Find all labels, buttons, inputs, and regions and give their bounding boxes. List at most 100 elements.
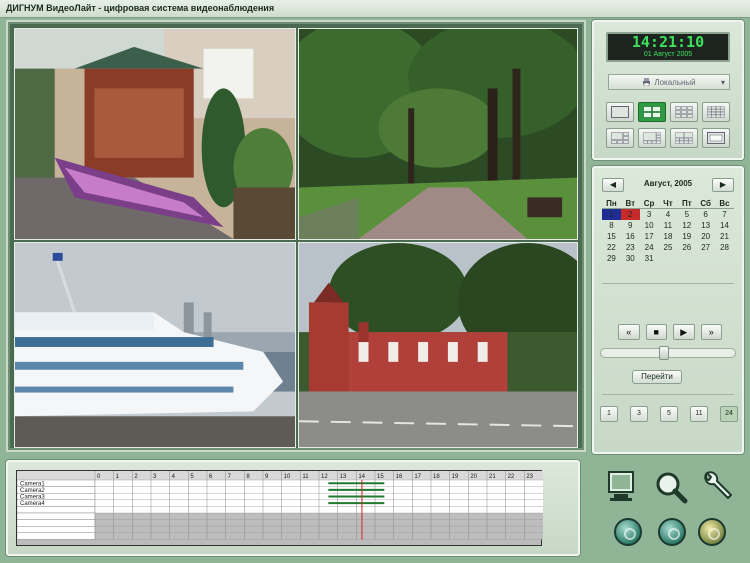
calendar-day[interactable]: 21	[715, 231, 734, 242]
fast-forward-icon: »	[708, 327, 714, 337]
slider-thumb[interactable]	[659, 346, 669, 360]
speed-button[interactable]: 3	[630, 406, 648, 422]
calendar-day[interactable]: 7	[715, 209, 734, 220]
camera-1-image	[15, 29, 295, 239]
search-icon	[656, 472, 688, 504]
window-title: ДИГНУМ ВидеоЛайт - цифровая система виде…	[0, 0, 750, 18]
power-button[interactable]	[698, 518, 726, 546]
divider	[602, 283, 734, 284]
calendar-day[interactable]: 11	[659, 220, 678, 231]
timeline-label-cell	[17, 526, 96, 534]
fast-forward-button[interactable]: »	[700, 324, 722, 340]
hour-label: 13	[340, 474, 347, 480]
calendar-day[interactable]: 6	[696, 209, 715, 220]
calendar-day[interactable]: 27	[696, 242, 715, 253]
calendar-day[interactable]: 16	[621, 231, 640, 242]
hour-label: 16	[396, 474, 403, 480]
calendar-month: Август, 2005	[643, 179, 693, 188]
camera-3-image	[15, 243, 295, 447]
calendar-day[interactable]: 14	[715, 220, 734, 231]
goto-button[interactable]: Перейти	[632, 370, 682, 384]
calendar-day[interactable]: 8	[602, 220, 621, 231]
prev-month-button[interactable]: ◀	[602, 178, 624, 192]
weekday-label: Чт	[658, 198, 678, 209]
calendar-day[interactable]: 23	[621, 242, 640, 253]
calendar-day[interactable]: 15	[602, 231, 621, 242]
timeline[interactable]: 0 1 2 3 4 5 6 7 8 9 10 11 12 13 14 15 16 17 18 19 20 21 22 23 Ca…	[16, 470, 543, 547]
timeline-grid[interactable]: 0 1 2 3 4 5 6 7 8 9 10 11 12 13 14 15 16 17 18 19 20 21 22 23Ca…	[17, 471, 543, 547]
layout-2-8-icon	[675, 132, 693, 144]
layout-4x4-button[interactable]	[702, 102, 730, 122]
play-button[interactable]: ▶	[673, 324, 695, 340]
camera-view-3[interactable]	[14, 242, 296, 448]
calendar-day[interactable]: 17	[640, 231, 659, 242]
tools-area	[596, 462, 746, 554]
weekday-label: Пн	[602, 198, 621, 209]
calendar-day[interactable]: 24	[640, 242, 659, 253]
source-value: Локальный	[654, 77, 696, 87]
calendar-day[interactable]: 25	[659, 242, 678, 253]
calendar-day[interactable]: 19	[677, 231, 696, 242]
camera-view-1[interactable]	[14, 28, 296, 240]
next-month-button[interactable]: ▶	[712, 178, 734, 192]
settings-button[interactable]	[700, 470, 734, 504]
calendar-day[interactable]: 26	[677, 242, 696, 253]
speed-button[interactable]: 5	[660, 406, 678, 422]
round-button-1[interactable]	[614, 518, 642, 546]
stop-button[interactable]: ■	[645, 324, 667, 340]
layout-3x3-button[interactable]	[670, 102, 698, 122]
layout-1-5-icon	[611, 132, 629, 144]
rewind-icon: «	[626, 327, 632, 337]
camera-label: Camera3	[20, 495, 45, 501]
layout-1-5-button[interactable]	[606, 128, 634, 148]
round-button-2[interactable]	[658, 518, 686, 546]
layout-2x2-button[interactable]	[638, 102, 666, 122]
layout-1x1-button[interactable]	[606, 102, 634, 122]
calendar-day[interactable]: 2	[620, 209, 640, 220]
hour-label: 18	[433, 474, 440, 480]
camera-label: Camera4	[20, 501, 45, 507]
hour-label: 22	[508, 474, 515, 480]
layout-2-8-button[interactable]	[670, 128, 698, 148]
weekday-label: Пт	[677, 198, 697, 209]
speed-button[interactable]: 11	[690, 406, 708, 422]
triangle-right-icon: ▶	[719, 180, 727, 189]
calendar-day[interactable]: 4	[659, 209, 678, 220]
calendar-day[interactable]: 22	[602, 242, 621, 253]
calendar-day[interactable]: 18	[659, 231, 678, 242]
calendar-day[interactable]: 9	[621, 220, 640, 231]
layout-fullscreen-button[interactable]	[702, 128, 730, 148]
monitor-button[interactable]	[606, 470, 636, 502]
rewind-button[interactable]: «	[618, 324, 640, 340]
calendar-day[interactable]: 5	[677, 209, 696, 220]
calendar-day[interactable]: 28	[715, 242, 734, 253]
transport-controls: « ■ ▶ »	[618, 324, 722, 340]
hour-label: 15	[377, 474, 384, 480]
calendar-day[interactable]: 29	[602, 253, 621, 264]
layout-1-7-button[interactable]	[638, 128, 666, 148]
calendar-day[interactable]: 31	[640, 253, 659, 264]
speed-button[interactable]: 24	[720, 406, 738, 422]
calendar-day[interactable]: 30	[621, 253, 640, 264]
calendar-day[interactable]: 3	[640, 209, 659, 220]
speed-button[interactable]: 1	[600, 406, 618, 422]
calendar-day[interactable]: 20	[696, 231, 715, 242]
wrench-icon	[704, 471, 732, 499]
control-panel: 14:21:10 01 Август 2005 Локальный ▾	[592, 20, 744, 160]
calendar-day[interactable]: 1	[602, 209, 621, 220]
hour-label: 19	[452, 474, 459, 480]
clock-date: 01 Август 2005	[643, 51, 693, 58]
position-slider[interactable]	[600, 346, 736, 360]
camera-view-4[interactable]	[298, 242, 578, 448]
calendar-day[interactable]: 10	[640, 220, 659, 231]
hour-label: 17	[414, 474, 421, 480]
calendar-header: ◀ Август, 2005 ▶	[602, 178, 734, 192]
calendar-day[interactable]: 13	[696, 220, 715, 231]
timeline-header	[17, 471, 543, 480]
camera-view-2[interactable]	[298, 28, 578, 240]
source-select[interactable]: Локальный ▾	[608, 74, 730, 90]
clock-time: 14:21:10	[631, 33, 705, 51]
search-button[interactable]	[654, 470, 688, 504]
calendar-day[interactable]: 12	[677, 220, 696, 231]
hour-label: 21	[489, 474, 496, 480]
